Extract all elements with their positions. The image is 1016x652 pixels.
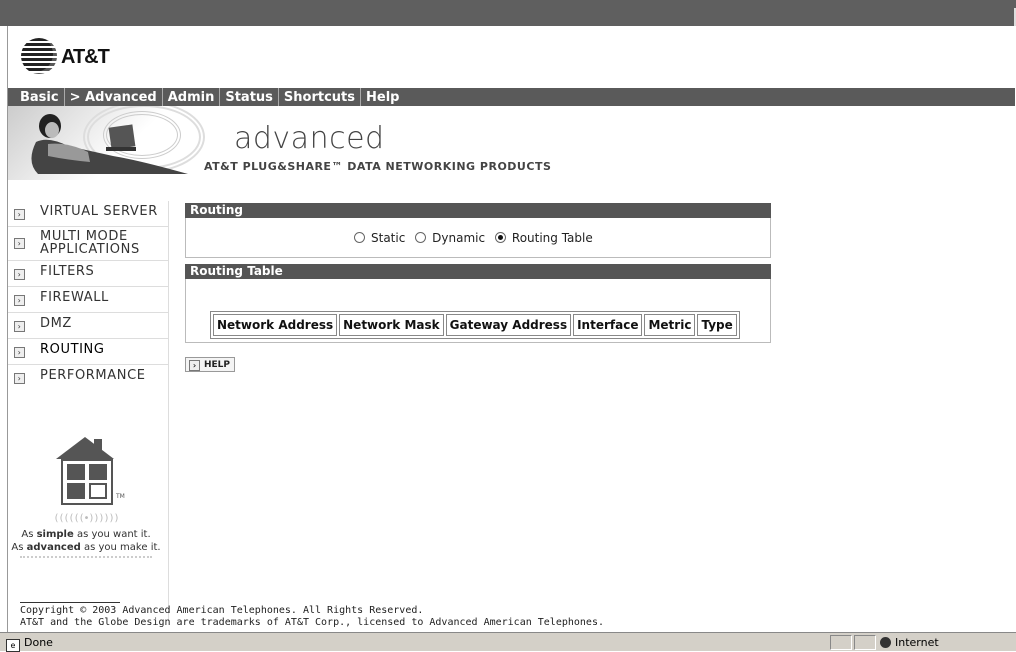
status-segment — [830, 635, 852, 650]
trademark-text: AT&T and the Globe Design are trademarks… — [20, 617, 604, 628]
sidebar-item-label: FILTERS — [40, 264, 95, 279]
tagline-text: as you make it. — [80, 542, 161, 553]
top-nav: Basic > Advanced Admin Status Shortcuts Help — [8, 88, 1015, 106]
column-interface: Interface — [573, 314, 643, 336]
routing-panel-header: Routing — [185, 203, 771, 218]
arrow-bullet-icon: › — [14, 209, 25, 220]
window-top-right — [89, 464, 107, 480]
arrow-bullet-icon: › — [14, 321, 25, 332]
radio-routing-table[interactable]: Routing Table — [494, 231, 593, 245]
footer-divider — [20, 602, 120, 603]
routing-table-panel: Network Address Network Mask Gateway Add… — [185, 279, 771, 343]
copyright-text: Copyright © 2003 Advanced American Telep… — [20, 605, 424, 616]
att-globe-icon — [21, 38, 57, 74]
sidebar-item-firewall[interactable]: › FIREWALL — [8, 287, 168, 313]
house-logo-icon: TM — [56, 437, 125, 507]
sidebar-item-label: PERFORMANCE — [40, 368, 146, 383]
tagline-text: as you want it. — [73, 529, 151, 540]
browser-status-bar: e Done Internet — [0, 632, 1016, 652]
house-body — [61, 459, 113, 505]
label-line-2: APPLICATIONS — [40, 242, 140, 257]
arrow-bullet-icon: › — [14, 269, 25, 280]
radio-label: Dynamic — [432, 231, 486, 245]
browser-title-bar — [0, 0, 1016, 26]
trademark-mark: TM — [116, 493, 125, 500]
window-bottom-left — [67, 483, 85, 499]
status-label: Done — [24, 636, 53, 649]
sidebar-item-dmz[interactable]: › DMZ — [8, 313, 168, 339]
window-top-left — [67, 464, 85, 480]
nav-admin[interactable]: Admin — [163, 88, 221, 106]
sidebar-item-performance[interactable]: › PERFORMANCE — [8, 365, 168, 390]
security-zone: Internet — [880, 636, 939, 649]
sidebar-item-routing[interactable]: › ROUTING — [8, 339, 168, 365]
routing-panel: Static Dynamic Routing Table — [185, 218, 771, 258]
help-button[interactable]: › HELP — [185, 357, 235, 372]
arrow-bullet-icon: › — [14, 295, 25, 306]
nav-advanced[interactable]: > Advanced — [65, 88, 163, 106]
help-button-label: HELP — [204, 360, 231, 370]
column-network-mask: Network Mask — [339, 314, 444, 336]
nav-status[interactable]: Status — [220, 88, 279, 106]
brand-name: AT&T — [61, 46, 110, 68]
sidebar-item-filters[interactable]: › FILTERS — [8, 261, 168, 287]
sidebar-item-label: ROUTING — [40, 342, 105, 357]
column-network-address: Network Address — [213, 314, 338, 336]
radio-static[interactable]: Static — [354, 231, 405, 245]
page-icon: e — [6, 639, 20, 652]
tagline-simple: As simple as you want it. — [8, 529, 164, 540]
sidebar-item-multi-mode-applications[interactable]: › MULTI MODE APPLICATIONS — [8, 227, 168, 261]
routing-table-header: Routing Table — [185, 264, 771, 279]
sidebar-item-virtual-server[interactable]: › VIRTUAL SERVER — [8, 201, 168, 227]
radio-circle-icon — [354, 232, 365, 243]
nav-basic[interactable]: Basic — [8, 88, 65, 106]
nav-shortcuts[interactable]: Shortcuts — [279, 88, 361, 106]
sidebar-item-label: DMZ — [40, 316, 72, 331]
arrow-bullet-icon: › — [14, 373, 25, 384]
arrow-bullet-icon: › — [189, 360, 200, 371]
tagline-text: As — [21, 529, 37, 540]
column-metric: Metric — [644, 314, 696, 336]
table-header-row: Network Address Network Mask Gateway Add… — [213, 314, 737, 336]
woman-with-laptop-icon — [31, 114, 188, 174]
hero-title: advanced — [234, 121, 385, 156]
status-segment — [854, 635, 876, 650]
window-bottom-right — [89, 483, 107, 499]
arrow-bullet-icon: › — [14, 347, 25, 358]
sidebar-item-label: MULTI MODE APPLICATIONS — [40, 230, 140, 256]
att-logo[interactable]: AT&T — [21, 38, 161, 78]
routing-mode-options: Static Dynamic Routing Table — [354, 231, 599, 245]
internet-globe-icon — [880, 637, 891, 648]
radio-label: Routing Table — [511, 231, 593, 245]
arrow-bullet-icon: › — [14, 238, 25, 249]
hero-subtitle: AT&T PLUG&SHARE™ DATA NETWORKING PRODUCT… — [204, 160, 552, 173]
tagline-advanced: As advanced as you make it. — [8, 542, 164, 553]
radio-dynamic[interactable]: Dynamic — [415, 231, 485, 245]
tagline-bold: advanced — [26, 542, 81, 553]
page-frame: AT&T Basic > Advanced Admin Status Shortcuts… — [7, 26, 1015, 632]
routing-table: Network Address Network Mask Gateway Add… — [210, 311, 740, 339]
dotted-divider — [20, 556, 152, 560]
sidebar-item-label: VIRTUAL SERVER — [40, 204, 158, 219]
tagline-bold: simple — [36, 529, 74, 540]
nav-help[interactable]: Help — [361, 88, 404, 106]
sidebar: › VIRTUAL SERVER › MULTI MODE APPLICATION… — [8, 201, 169, 621]
column-gateway-address: Gateway Address — [445, 314, 572, 336]
sidebar-item-label: FIREWALL — [40, 290, 109, 305]
radio-label: Static — [371, 231, 406, 245]
tagline-text: As — [11, 542, 27, 553]
zone-label: Internet — [895, 636, 939, 649]
radio-selected-icon — [494, 232, 506, 243]
signal-dots: ((((((•)))))) — [53, 513, 119, 524]
banner-photo — [8, 106, 228, 180]
roof-shape — [56, 437, 114, 459]
column-type: Type — [697, 314, 737, 336]
radio-circle-icon — [415, 232, 427, 243]
